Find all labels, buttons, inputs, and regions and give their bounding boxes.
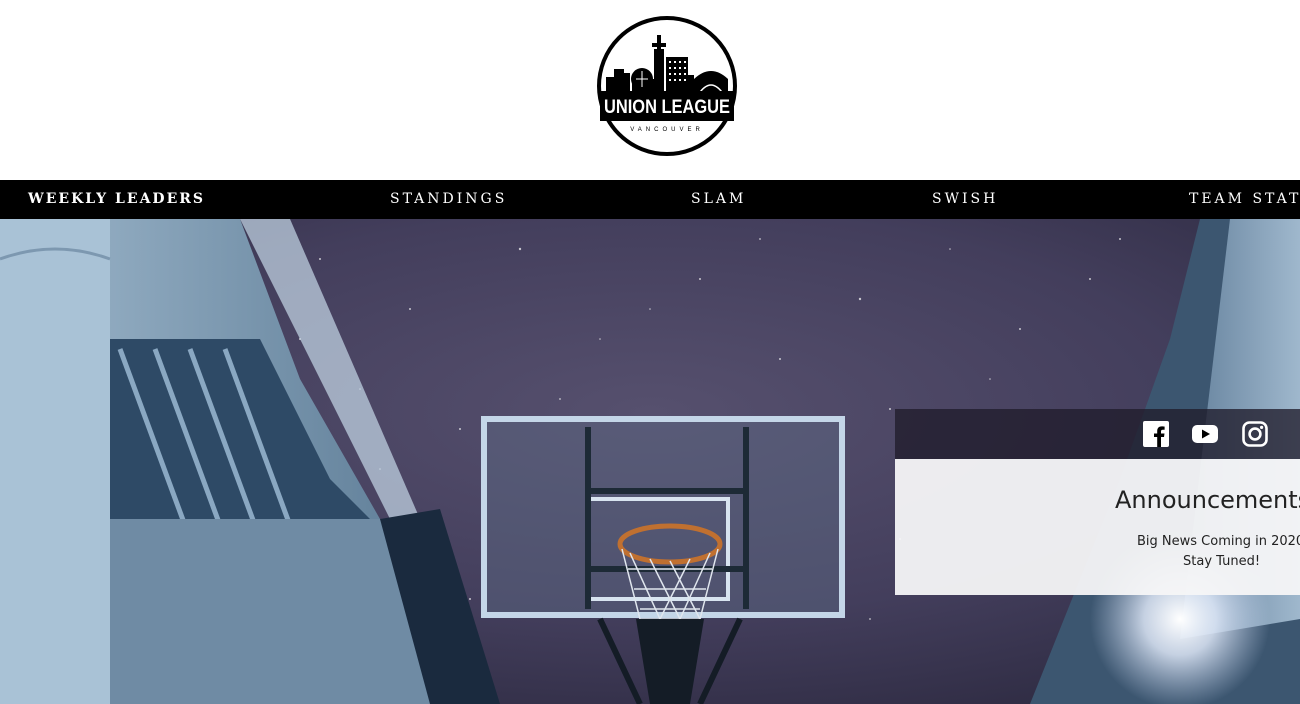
social-bar: [895, 409, 1300, 459]
nav-weekly-leaders[interactable]: WEEKLY LEADERS: [28, 180, 205, 219]
youtube-icon[interactable]: [1192, 421, 1218, 447]
nav-slam[interactable]: SLAM: [691, 180, 746, 219]
logo-text: UNION LEAGUE: [604, 97, 730, 118]
facebook-icon[interactable]: [1143, 421, 1169, 447]
nav-team-stats[interactable]: TEAM STATS: [1189, 180, 1300, 219]
announcements-title: Announcements: [1115, 486, 1300, 514]
nav-swish[interactable]: SWISH: [932, 180, 998, 219]
union-league-logo[interactable]: UNION LEAGUE VANCOUVER: [596, 15, 738, 157]
announcement-line-2: Stay Tuned!: [1183, 554, 1261, 569]
announcement-line-1: Big News Coming in 2020: [1137, 534, 1300, 549]
site-header: UNION LEAGUE VANCOUVER: [0, 0, 1300, 180]
announcements-panel: Announcements Big News Coming in 2020 St…: [895, 459, 1300, 595]
instagram-icon[interactable]: [1242, 421, 1268, 447]
main-navbar: WEEKLY LEADERS STANDINGS SLAM SWISH TEAM…: [0, 180, 1300, 219]
nav-standings[interactable]: STANDINGS: [390, 180, 507, 219]
logo-subtext: VANCOUVER: [630, 127, 704, 133]
